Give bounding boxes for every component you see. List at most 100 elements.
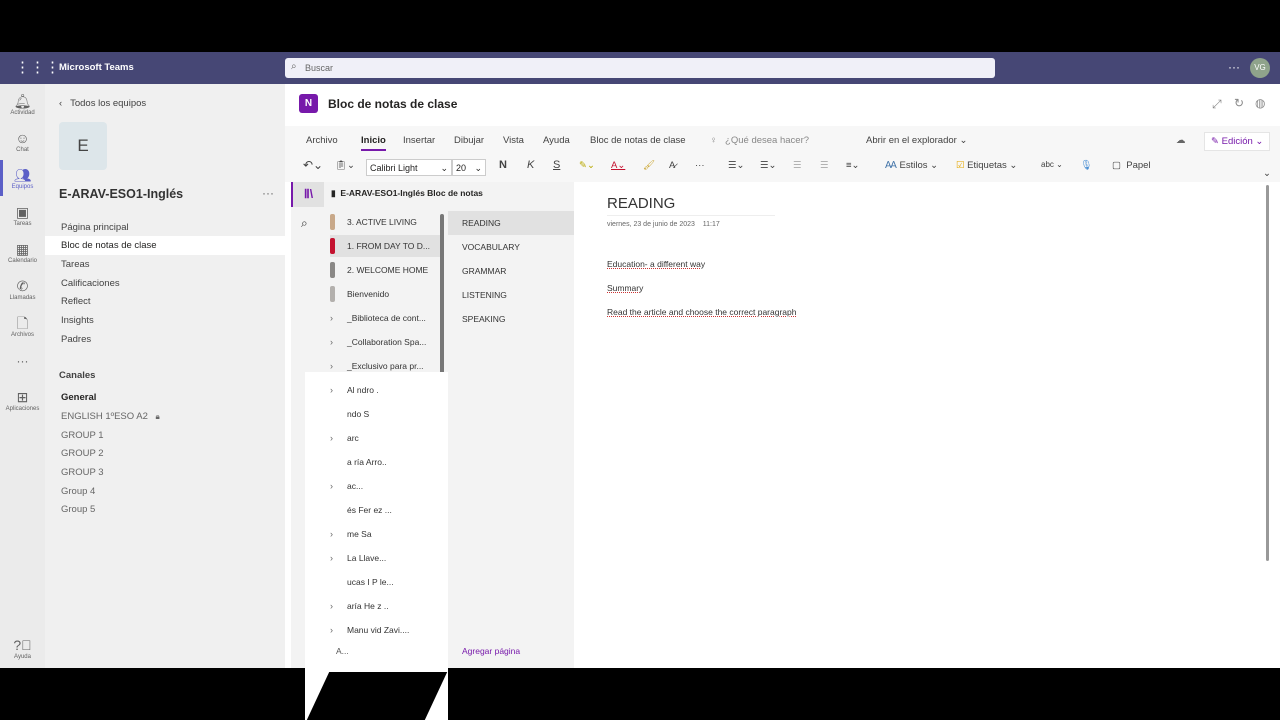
more-format-icon[interactable]: ···: [695, 160, 705, 171]
tab-insertar[interactable]: Insertar: [403, 135, 435, 146]
font-color-icon[interactable]: A⌄: [611, 160, 625, 171]
rail-calls[interactable]: ✆ Llamadas: [0, 277, 45, 301]
clear-format-icon[interactable]: A̷: [669, 160, 675, 171]
nav-grades[interactable]: Calificaciones: [45, 274, 285, 293]
channel-group-3[interactable]: GROUP 3: [45, 463, 285, 482]
section-group-item[interactable]: › La Llave...: [330, 547, 440, 569]
italic-button[interactable]: K: [527, 159, 534, 171]
tell-me[interactable]: ♀ ¿Qué desea hacer?: [710, 135, 809, 146]
rail-apps[interactable]: ⊞ Aplicaciones: [0, 388, 45, 412]
rail-teams[interactable]: 👥︎ Equipos: [0, 160, 45, 196]
page-item[interactable]: VOCABULARY: [448, 236, 574, 258]
notebook-name[interactable]: ▮ E-ARAV-ESO1-Inglés Bloc de notas: [331, 188, 483, 199]
page-line-1[interactable]: Education- a different way: [607, 259, 705, 269]
section-group-item[interactable]: › _Biblioteca de cont...: [330, 307, 440, 329]
font-size-select[interactable]: 20 ⌄: [452, 159, 486, 176]
dictate-icon[interactable]: 🎙︎: [1080, 160, 1092, 171]
tab-dibujar[interactable]: Dibujar: [454, 135, 484, 146]
page-scrollbar[interactable]: [1266, 185, 1269, 561]
globe-icon[interactable]: ◍: [1255, 96, 1265, 110]
section-scrollbar[interactable]: [440, 214, 444, 374]
section-group-item[interactable]: › _Exclusivo para pr...: [330, 355, 440, 377]
page-line-2[interactable]: Summary: [607, 283, 643, 293]
rail-assignments[interactable]: ▣ Tareas: [0, 203, 45, 227]
expand-icon[interactable]: ⤢: [1212, 97, 1222, 112]
tab-vista[interactable]: Vista: [503, 135, 524, 146]
channel-general[interactable]: General: [45, 388, 285, 407]
numbering-icon[interactable]: ☰⌄: [760, 160, 776, 171]
section-group-item[interactable]: a ría Arro..: [330, 451, 440, 473]
section-group-item[interactable]: › aría He z ..: [330, 595, 440, 617]
rail-activity[interactable]: 🔔︎ Actividad: [0, 92, 45, 116]
page-title[interactable]: READING: [607, 195, 775, 216]
section-group-item[interactable]: ndo S: [330, 403, 440, 425]
tags-button[interactable]: ☑ Etiquetas ⌄: [956, 160, 1017, 171]
sync-icon[interactable]: ☁: [1176, 135, 1186, 146]
highlight-icon[interactable]: ✎⌄: [579, 160, 595, 171]
font-select[interactable]: Calibri Light ⌄: [366, 159, 452, 176]
tab-inicio[interactable]: Inicio: [361, 135, 386, 151]
section-group-item[interactable]: › Al ndro .: [330, 379, 440, 401]
format-painter-icon[interactable]: 🖌︎: [643, 160, 655, 171]
collapse-ribbon-icon[interactable]: ⌄: [1263, 168, 1271, 179]
section-item[interactable]: Bienvenido: [330, 283, 440, 305]
channel-group-4[interactable]: Group 4: [45, 482, 285, 501]
open-in-browser-button[interactable]: Abrir en el explorador ⌄: [866, 135, 967, 146]
nav-reflect[interactable]: Reflect: [45, 292, 285, 311]
search-icon[interactable]: ⌕: [301, 216, 308, 231]
nav-home[interactable]: Página principal: [45, 218, 285, 237]
app-launcher-icon[interactable]: ⋮⋮⋮: [15, 58, 60, 76]
page-item[interactable]: GRAMMAR: [448, 260, 574, 282]
indent-icon[interactable]: ☰: [820, 160, 829, 171]
styles-button[interactable]: Ꜳ Estilos ⌄: [885, 160, 938, 171]
nav-parents[interactable]: Padres: [45, 330, 285, 349]
undo-icon[interactable]: ↶⌄: [303, 158, 323, 172]
rail-files[interactable]: 🗋︎ Archivos: [0, 314, 45, 338]
bold-button[interactable]: N: [499, 159, 507, 171]
tab-archivo[interactable]: Archivo: [306, 135, 338, 146]
avatar[interactable]: VG: [1250, 58, 1270, 78]
channel-group-2[interactable]: GROUP 2: [45, 444, 285, 463]
notebooks-icon[interactable]: Ⅱ\: [291, 182, 324, 207]
underline-button[interactable]: S: [553, 159, 560, 171]
rail-help[interactable]: ?⃝ Ayuda: [0, 636, 45, 660]
add-section-button[interactable]: A...: [336, 646, 349, 656]
section-group-item[interactable]: › me Sa: [330, 523, 440, 545]
section-group-item[interactable]: › Manu vid Zavi....: [330, 619, 440, 641]
nav-class-notebook[interactable]: Bloc de notas de clase: [45, 236, 285, 255]
more-options-icon[interactable]: ···: [1228, 60, 1240, 74]
nav-assignments[interactable]: Tareas: [45, 255, 285, 274]
clipboard-icon[interactable]: 📋︎⌄: [335, 160, 355, 171]
add-page-button[interactable]: Agregar página: [462, 646, 520, 656]
nav-insights[interactable]: Insights: [45, 311, 285, 330]
back-to-teams[interactable]: ‹ Todos los equipos: [59, 98, 146, 109]
page-item[interactable]: READING: [448, 212, 574, 234]
section-group-item[interactable]: ucas I P le...: [330, 571, 440, 593]
channel-group-5[interactable]: Group 5: [45, 500, 285, 519]
section-group-item[interactable]: › _Collaboration Spa...: [330, 331, 440, 353]
channel-english[interactable]: ENGLISH 1ºESO A2 🔒︎: [45, 407, 285, 426]
section-item[interactable]: 3. ACTIVE LIVING: [330, 211, 440, 233]
outdent-icon[interactable]: ☰: [793, 160, 802, 171]
page-line-3[interactable]: Read the article and choose the correct …: [607, 307, 796, 317]
more-apps-icon[interactable]: ···: [0, 354, 45, 368]
section-group-item[interactable]: › arc: [330, 427, 440, 449]
align-icon[interactable]: ≡⌄: [846, 160, 860, 171]
tab-class-notebook[interactable]: Bloc de notas de clase: [590, 135, 686, 146]
rail-calendar[interactable]: ▦ Calendario: [0, 240, 45, 264]
section-item[interactable]: 2. WELCOME HOME: [330, 259, 440, 281]
bullets-icon[interactable]: ☰⌄: [728, 160, 744, 171]
section-item[interactable]: 1. FROM DAY TO D...: [330, 235, 440, 257]
page-item[interactable]: SPEAKING: [448, 308, 574, 330]
page-item[interactable]: LISTENING: [448, 284, 574, 306]
refresh-icon[interactable]: ↻: [1234, 96, 1244, 110]
spelling-icon[interactable]: abc ⌄: [1041, 160, 1063, 169]
team-more-icon[interactable]: ···: [262, 186, 274, 200]
section-group-item[interactable]: › ac...: [330, 475, 440, 497]
channel-group-1[interactable]: GROUP 1: [45, 426, 285, 445]
edit-mode-button[interactable]: ✎ Edición ⌄: [1204, 132, 1271, 151]
rail-chat[interactable]: ☺ Chat: [0, 129, 45, 153]
paper-button[interactable]: ▢ Papel: [1112, 160, 1151, 171]
section-group-item[interactable]: és Fer ez ...: [330, 499, 440, 521]
tab-ayuda[interactable]: Ayuda: [543, 135, 570, 146]
